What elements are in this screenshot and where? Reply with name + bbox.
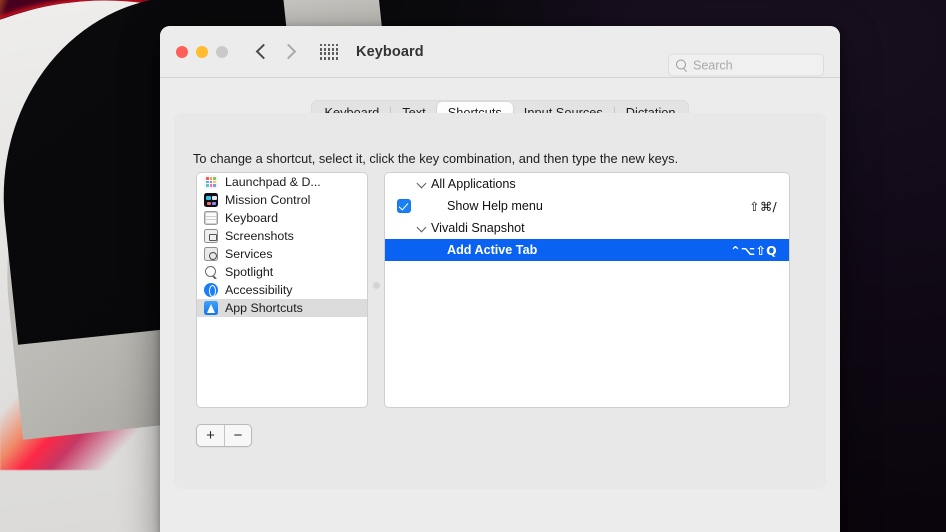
window-titlebar: Keyboard Search xyxy=(160,26,840,78)
keyboard-icon xyxy=(204,211,218,225)
accessibility-icon xyxy=(204,283,218,297)
search-placeholder: Search xyxy=(693,58,733,72)
sidebar-item-launchpad[interactable]: Launchpad & D... xyxy=(197,173,367,191)
sidebar-item-label: App Shortcuts xyxy=(225,301,303,315)
sidebar-item-label: Launchpad & D... xyxy=(225,175,321,189)
shortcut-list[interactable]: All Applications Show Help menu ⇧⌘/ Viva… xyxy=(384,172,790,408)
group-label: All Applications xyxy=(431,177,516,191)
page-title: Keyboard xyxy=(356,43,424,60)
add-remove-buttons: + − xyxy=(196,424,252,447)
sidebar-item-label: Accessibility xyxy=(225,283,293,297)
launchpad-icon xyxy=(204,175,218,189)
lists-container: Launchpad & D... Mission Control Keyboar… xyxy=(196,172,790,408)
services-gear-icon xyxy=(204,247,218,261)
shortcut-enabled-checkbox[interactable] xyxy=(397,199,411,213)
app-shortcuts-icon xyxy=(204,301,218,315)
sidebar-item-accessibility[interactable]: Accessibility xyxy=(197,281,367,299)
sidebar-item-label: Screenshots xyxy=(225,229,294,243)
screenshots-icon xyxy=(204,229,218,243)
sidebar-item-spotlight[interactable]: Spotlight xyxy=(197,263,367,281)
shortcut-category-list[interactable]: Launchpad & D... Mission Control Keyboar… xyxy=(196,172,368,408)
mission-control-icon xyxy=(204,193,218,207)
sidebar-item-app-shortcuts[interactable]: App Shortcuts xyxy=(197,299,367,317)
close-button-icon[interactable] xyxy=(176,45,188,58)
navigation-arrows xyxy=(255,43,297,60)
search-input[interactable]: Search xyxy=(668,53,824,77)
remove-shortcut-button[interactable]: − xyxy=(224,425,251,446)
shortcut-row-show-help-menu[interactable]: Show Help menu ⇧⌘/ xyxy=(385,195,789,217)
shortcut-label: Add Active Tab xyxy=(447,243,538,257)
add-shortcut-button[interactable]: + xyxy=(197,425,224,446)
shortcuts-panel: To change a shortcut, select it, click t… xyxy=(174,113,826,489)
zoom-button-icon[interactable] xyxy=(216,45,228,58)
chevron-down-icon[interactable] xyxy=(416,178,427,189)
shortcut-row-add-active-tab[interactable]: Add Active Tab ⌃⌥⇧Q xyxy=(385,239,789,261)
instruction-text: To change a shortcut, select it, click t… xyxy=(193,151,679,166)
desktop-wallpaper: Keyboard Search Keyboard Text Shortcuts … xyxy=(0,0,946,532)
sidebar-item-label: Mission Control xyxy=(225,193,311,207)
list-resize-handle[interactable] xyxy=(368,172,384,408)
forward-chevron-icon[interactable] xyxy=(280,43,297,60)
sidebar-item-label: Services xyxy=(225,247,273,261)
search-icon xyxy=(676,59,687,71)
sidebar-item-mission-control[interactable]: Mission Control xyxy=(197,191,367,209)
shortcut-key-combination[interactable]: ⇧⌘/ xyxy=(749,199,777,214)
keyboard-preferences-window: Keyboard Search Keyboard Text Shortcuts … xyxy=(160,26,840,532)
show-all-grid-icon[interactable] xyxy=(320,43,338,60)
sidebar-item-keyboard[interactable]: Keyboard xyxy=(197,209,367,227)
shortcut-label: Show Help menu xyxy=(447,199,543,213)
shortcut-group-all-applications[interactable]: All Applications xyxy=(385,173,789,195)
minimize-button-icon[interactable] xyxy=(196,45,208,58)
spotlight-search-icon xyxy=(204,265,218,279)
traffic-light-buttons xyxy=(176,45,228,58)
sidebar-item-services[interactable]: Services xyxy=(197,245,367,263)
back-chevron-icon[interactable] xyxy=(255,43,272,60)
chevron-down-icon[interactable] xyxy=(416,222,427,233)
group-label: Vivaldi Snapshot xyxy=(431,221,525,235)
sidebar-item-label: Spotlight xyxy=(225,265,274,279)
shortcut-group-vivaldi-snapshot[interactable]: Vivaldi Snapshot xyxy=(385,217,789,239)
shortcut-key-combination[interactable]: ⌃⌥⇧Q xyxy=(730,243,777,258)
sidebar-item-screenshots[interactable]: Screenshots xyxy=(197,227,367,245)
sidebar-item-label: Keyboard xyxy=(225,211,279,225)
